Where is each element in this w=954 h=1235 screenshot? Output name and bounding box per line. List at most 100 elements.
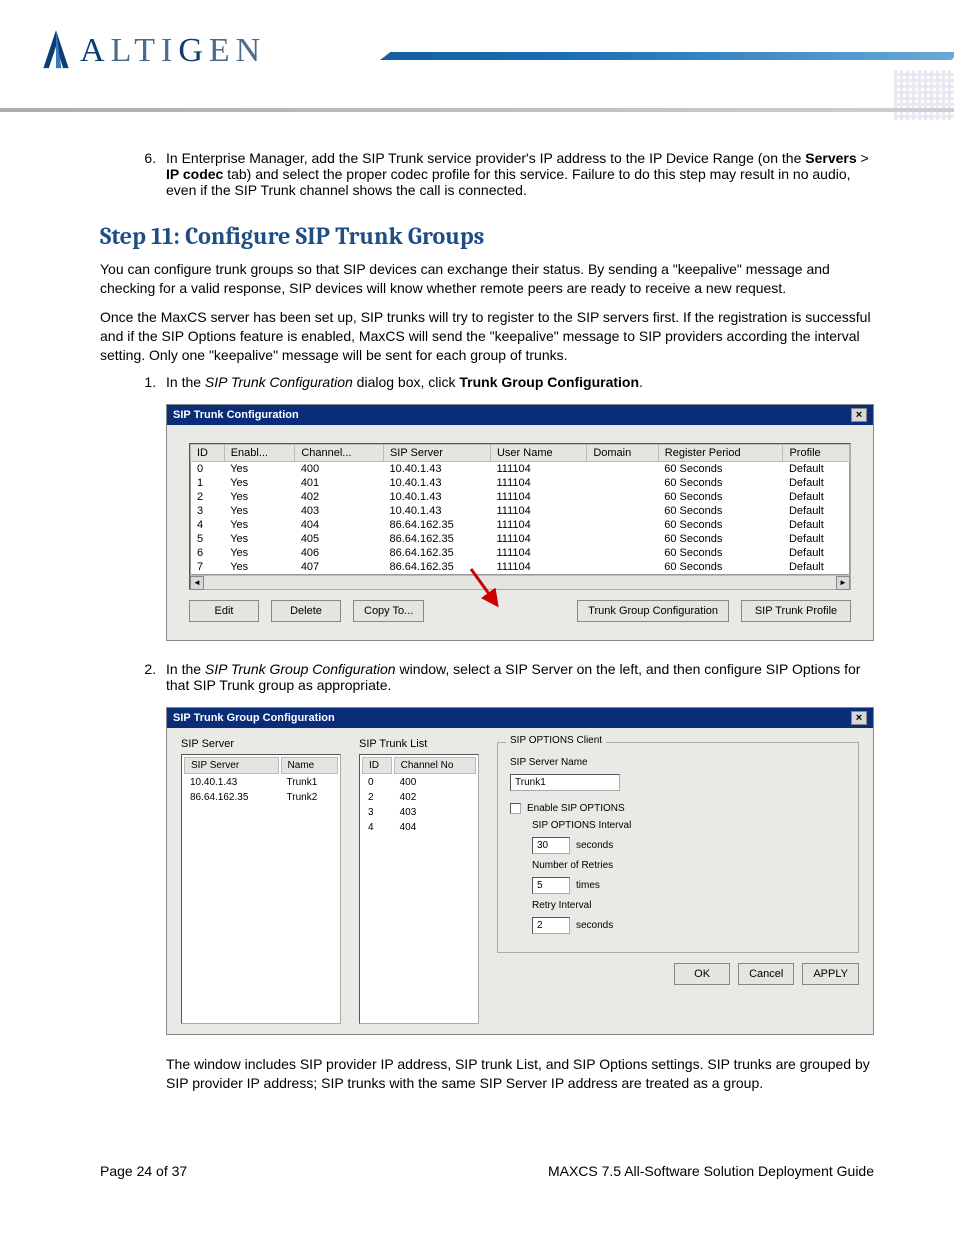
copy-to-button[interactable]: Copy To...	[353, 600, 424, 622]
table-row[interactable]: 7Yes40786.64.162.3511110460 SecondsDefau…	[191, 560, 850, 575]
step-6-gt: >	[857, 150, 869, 166]
sip-server-label: SIP Server	[181, 738, 341, 750]
step-6: In Enterprise Manager, add the SIP Trunk…	[160, 150, 874, 198]
cancel-button[interactable]: Cancel	[738, 963, 794, 985]
delete-button[interactable]: Delete	[271, 600, 341, 622]
sip-trunk-list[interactable]: IDChannel No 0400 2402 3403 4404	[359, 754, 479, 1024]
step-11-heading: Step 11: Configure SIP Trunk Groups	[100, 222, 874, 250]
dialog-title-bar: SIP Trunk Configuration ×	[167, 405, 873, 425]
substep-2-em: SIP Trunk Group Configuration	[205, 661, 396, 677]
brand-logo: ALTIGEN	[38, 28, 266, 74]
sip-server-panel: SIP Server SIP ServerName10.40.1.43Trunk…	[181, 738, 341, 1024]
table-row[interactable]: 1Yes40110.40.1.4311110460 SecondsDefault	[191, 476, 850, 490]
table-row[interactable]: 4Yes40486.64.162.3511110460 SecondsDefau…	[191, 518, 850, 532]
page-footer: Page 24 of 37 MAXCS 7.5 All-Software Sol…	[100, 1163, 874, 1179]
dialog1-button-row: Edit Delete Copy To... Trunk Group Confi…	[189, 600, 851, 622]
table-row[interactable]: 2Yes40210.40.1.4311110460 SecondsDefault	[191, 490, 850, 504]
col-header[interactable]: Channel...	[295, 445, 384, 462]
scroll-right-icon[interactable]: ►	[836, 576, 850, 590]
trunk-table[interactable]: IDEnabl...Channel...SIP ServerUser NameD…	[190, 444, 850, 575]
list-item[interactable]: 0400	[362, 776, 476, 789]
retries-unit: times	[576, 880, 600, 891]
interval-input[interactable]: 30	[532, 837, 570, 854]
col-header[interactable]: Enabl...	[224, 445, 295, 462]
dialog2-title-bar: SIP Trunk Group Configuration ×	[167, 708, 873, 728]
doc-title: MAXCS 7.5 All-Software Solution Deployme…	[548, 1163, 874, 1179]
retries-input[interactable]: 5	[532, 877, 570, 894]
header-rule-2	[0, 108, 954, 112]
sip-trunk-config-dialog: SIP Trunk Configuration × IDEnabl...Chan…	[166, 404, 874, 641]
substep-1-bold: Trunk Group Configuration	[459, 374, 639, 390]
sip-server-name-label: SIP Server Name	[510, 757, 588, 768]
sip-trunk-group-config-dialog: SIP Trunk Group Configuration × SIP Serv…	[166, 707, 874, 1035]
col-header[interactable]: Register Period	[658, 445, 783, 462]
table-row[interactable]: 5Yes40586.64.162.3511110460 SecondsDefau…	[191, 532, 850, 546]
list-item[interactable]: 10.40.1.43Trunk1	[184, 776, 338, 789]
h-scrollbar[interactable]: ◄ ►	[190, 575, 850, 589]
close-icon[interactable]: ×	[851, 408, 867, 422]
col-header[interactable]: ID	[191, 445, 225, 462]
sip-options-panel: SIP OPTIONS Client SIP Server Name Trunk…	[497, 738, 859, 1024]
page-body: In Enterprise Manager, add the SIP Trunk…	[0, 150, 954, 1219]
dialog2-button-row: OK Cancel APPLY	[497, 963, 859, 985]
step-6-text-b: tab) and select the proper codec profile…	[166, 166, 851, 198]
sip-trunk-list-label: SIP Trunk List	[359, 738, 479, 750]
outer-list-6: In Enterprise Manager, add the SIP Trunk…	[160, 150, 874, 198]
p3: The window includes SIP provider IP addr…	[166, 1055, 874, 1093]
col-header[interactable]: User Name	[490, 445, 586, 462]
sip-server-name-input[interactable]: Trunk1	[510, 774, 620, 791]
sip-trunk-profile-button[interactable]: SIP Trunk Profile	[741, 600, 851, 622]
col-header[interactable]: Domain	[587, 445, 658, 462]
retry-interval-unit: seconds	[576, 920, 613, 931]
brand-name: ALTIGEN	[80, 32, 266, 70]
list-item[interactable]: 3403	[362, 806, 476, 819]
substep-1-em: SIP Trunk Configuration	[205, 374, 353, 390]
enable-sip-options-checkbox[interactable]	[510, 803, 521, 814]
trunk-group-config-button[interactable]: Trunk Group Configuration	[577, 600, 729, 622]
sip-server-list[interactable]: SIP ServerName 10.40.1.43Trunk1 86.64.162.…	[181, 754, 341, 1024]
substep-2: In the SIP Trunk Group Configuration win…	[160, 661, 874, 1093]
retry-interval-input[interactable]: 2	[532, 917, 570, 934]
list-item[interactable]: 2402	[362, 791, 476, 804]
enable-sip-options-label: Enable SIP OPTIONS	[527, 803, 625, 814]
substep-1-a: In the	[166, 374, 205, 390]
col-header[interactable]: SIP Server	[184, 757, 279, 774]
header-dots	[894, 70, 954, 120]
scroll-left-icon[interactable]: ◄	[190, 576, 204, 590]
interval-label: SIP OPTIONS Interval	[532, 820, 631, 831]
intro-p2: Once the MaxCS server has been set up, S…	[100, 308, 874, 365]
list-item[interactable]: 86.64.162.35Trunk2	[184, 791, 338, 804]
edit-button[interactable]: Edit	[189, 600, 259, 622]
trunk-table-wrap: IDEnabl...Channel...SIP ServerUser NameD…	[189, 443, 851, 590]
col-header[interactable]: ID	[362, 757, 392, 774]
ok-button[interactable]: OK	[674, 963, 730, 985]
apply-button[interactable]: APPLY	[802, 963, 859, 985]
dialog2-title-text: SIP Trunk Group Configuration	[173, 712, 335, 724]
col-header[interactable]: Profile	[783, 445, 850, 462]
substep-1-c: .	[639, 374, 643, 390]
col-header[interactable]: Name	[281, 757, 338, 774]
list-item[interactable]: 4404	[362, 821, 476, 834]
step-6-bold-servers: Servers	[805, 150, 856, 166]
interval-unit: seconds	[576, 840, 613, 851]
table-row[interactable]: 6Yes40686.64.162.3511110460 SecondsDefau…	[191, 546, 850, 560]
step-6-bold-ipcodec: IP codec	[166, 166, 223, 182]
substep-2-a: In the	[166, 661, 205, 677]
sip-options-groupbox: SIP OPTIONS Client SIP Server Name Trunk…	[497, 742, 859, 953]
groupbox-title: SIP OPTIONS Client	[506, 735, 606, 746]
page-number: Page 24 of 37	[100, 1163, 187, 1179]
dialog-title-text: SIP Trunk Configuration	[173, 409, 299, 421]
retry-interval-label: Retry Interval	[532, 900, 591, 911]
col-header[interactable]: SIP Server	[383, 445, 490, 462]
table-row[interactable]: 3Yes40310.40.1.4311110460 SecondsDefault	[191, 504, 850, 518]
steps-list: In the SIP Trunk Configuration dialog bo…	[160, 374, 874, 1093]
page-header: ALTIGEN	[0, 0, 954, 120]
retries-label: Number of Retries	[532, 860, 613, 871]
close-icon[interactable]: ×	[851, 711, 867, 725]
table-row[interactable]: 0Yes40010.40.1.4311110460 SecondsDefault	[191, 462, 850, 477]
col-header[interactable]: Channel No	[394, 757, 476, 774]
intro-p1: You can configure trunk groups so that S…	[100, 260, 874, 298]
sip-trunk-list-panel: SIP Trunk List IDChannel No 0400 2402 3403 4…	[359, 738, 479, 1024]
substep-1-b: dialog box, click	[353, 374, 460, 390]
logo-icon	[38, 28, 74, 74]
